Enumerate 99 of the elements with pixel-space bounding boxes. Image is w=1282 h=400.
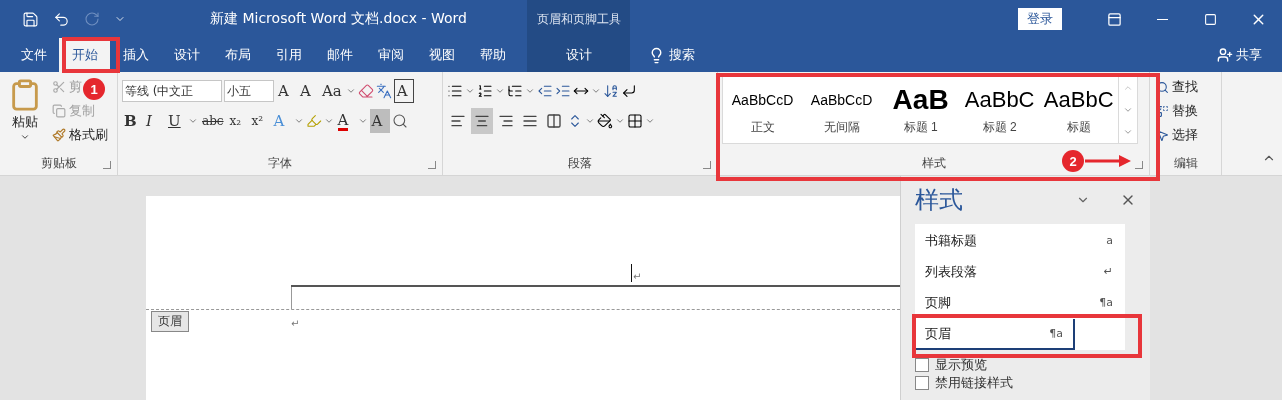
align-icon (498, 113, 514, 129)
person-add-icon (1217, 47, 1233, 63)
annotation-arrow (1085, 155, 1131, 167)
checkbox[interactable] (915, 375, 929, 390)
shading-icon[interactable] (597, 113, 613, 129)
eraser-icon[interactable] (357, 83, 374, 99)
dialog-launcher-icon[interactable] (1135, 161, 1143, 169)
paragraph-mark: ↵ (633, 271, 642, 282)
style-item[interactable]: AaBbCcD 正文 (723, 77, 803, 143)
caret-icon[interactable] (345, 86, 356, 96)
font-size-field[interactable]: 小五 (224, 80, 274, 102)
subscript-button[interactable]: x₂ (227, 109, 248, 133)
caret-icon[interactable] (495, 86, 505, 96)
align-icon (450, 113, 466, 129)
numbering-icon[interactable] (477, 83, 493, 99)
maximize-icon (1203, 12, 1217, 26)
multilevel-list-icon[interactable] (507, 83, 523, 99)
strikethrough-button[interactable]: abc (200, 109, 226, 133)
paste-button[interactable]: 粘贴 (4, 76, 46, 151)
phonetic-icon[interactable] (375, 83, 392, 99)
group-label: 字体 (268, 154, 292, 172)
font-color-button[interactable]: A (335, 109, 356, 133)
undo-icon[interactable] (53, 10, 70, 28)
increase-indent-icon[interactable] (555, 83, 571, 99)
dialog-launcher-icon[interactable] (103, 161, 111, 169)
ribbon-tab[interactable]: 审阅 (365, 38, 416, 72)
dialog-launcher-icon[interactable] (428, 161, 436, 169)
character-shading-button[interactable]: A (369, 109, 390, 133)
caret-icon[interactable] (293, 116, 304, 126)
style-item[interactable]: AaB 标题 1 (881, 77, 961, 143)
paragraph-mark: ↵ (291, 318, 300, 329)
caret-icon (20, 132, 30, 142)
bullets-icon[interactable] (447, 83, 463, 99)
ribbon-tab[interactable]: 文件 (8, 38, 59, 72)
sign-in-button[interactable]: 登录 (1018, 8, 1062, 30)
underline-button[interactable]: U (166, 109, 186, 133)
ribbon-tab[interactable]: 设计 (161, 38, 212, 72)
pane-title: 样式 (915, 185, 964, 216)
annotation-frame (62, 37, 120, 73)
context-tab[interactable]: 设计 (527, 38, 630, 72)
header-tag: 页眉 (151, 311, 189, 332)
style-item[interactable]: AaBbC 标题 (1039, 77, 1119, 143)
search-button[interactable]: 搜索 (642, 38, 701, 72)
bold-button[interactable]: B (122, 109, 142, 133)
find-button[interactable]: 查找 (1154, 76, 1200, 98)
superscript-button[interactable]: x² (249, 109, 270, 133)
ribbon-tab[interactable]: 引用 (263, 38, 314, 72)
window-title: 新建 Microsoft Word 文档.docx - Word (209, 10, 468, 28)
scissors-icon (52, 80, 66, 94)
minimize-icon (1156, 18, 1168, 20)
style-list-item[interactable]: 页眉 ¶a (915, 319, 1075, 350)
save-icon[interactable] (22, 10, 39, 28)
ribbon-tab[interactable]: 布局 (212, 38, 263, 72)
ribbon-display-icon (1106, 11, 1122, 27)
ribbon-tab[interactable]: 插入 (110, 38, 161, 72)
caret-icon[interactable] (591, 86, 601, 96)
group-label: 编辑 (1173, 154, 1198, 172)
italic-button[interactable]: I (144, 109, 164, 133)
borders-icon[interactable] (627, 113, 643, 129)
align-icon (474, 113, 490, 129)
character-border-button[interactable]: A (393, 79, 414, 103)
decrease-indent-icon[interactable] (537, 83, 553, 99)
grow-font-button[interactable]: A (276, 79, 296, 103)
caret-icon[interactable] (188, 116, 198, 126)
copy-icon (52, 104, 66, 118)
caret-icon[interactable] (323, 116, 334, 126)
ribbon-tab[interactable]: 邮件 (314, 38, 365, 72)
text-cursor (631, 264, 632, 282)
ribbon-tab[interactable]: 帮助 (467, 38, 518, 72)
group-label: 样式 (921, 154, 946, 172)
dialog-launcher-icon[interactable] (703, 161, 711, 169)
caret-icon[interactable] (357, 116, 368, 126)
caret-icon[interactable] (615, 116, 625, 126)
share-button[interactable]: 共享 (1211, 38, 1268, 72)
change-case-button[interactable]: Aa (320, 79, 344, 103)
paintbrush-icon (52, 128, 66, 142)
shrink-font-button[interactable]: A (298, 79, 318, 103)
paragraph-mark-icon[interactable] (621, 83, 637, 99)
font-name-field[interactable]: 等线 (中文正 (122, 80, 222, 102)
sort-icon[interactable] (603, 83, 619, 99)
caret-icon[interactable] (525, 86, 535, 96)
caret-icon[interactable] (645, 116, 655, 126)
align-icon (546, 113, 562, 129)
style-item[interactable]: AaBbCcD 无间隔 (802, 77, 882, 143)
group-label: 段落 (568, 154, 592, 172)
checkbox-label: 显示预览 (935, 355, 987, 374)
align-button[interactable] (471, 108, 493, 134)
select-button[interactable]: 选择 (1154, 124, 1200, 146)
caret-icon[interactable] (585, 116, 595, 126)
caret-icon[interactable] (465, 86, 475, 96)
group-label: 剪贴板 (40, 154, 77, 172)
painter-button[interactable]: 格式刷 (50, 124, 110, 146)
align-icon (522, 113, 538, 129)
checkbox-label: 禁用链接样式 (935, 373, 1013, 392)
replace-button[interactable]: 替换 (1154, 100, 1200, 122)
highlighter-icon[interactable] (305, 113, 322, 129)
context-group-label: 页眉和页脚工具 (527, 0, 630, 38)
ribbon-tab[interactable]: 视图 (416, 38, 467, 72)
style-item[interactable]: AaBbC 标题 2 (960, 77, 1040, 143)
